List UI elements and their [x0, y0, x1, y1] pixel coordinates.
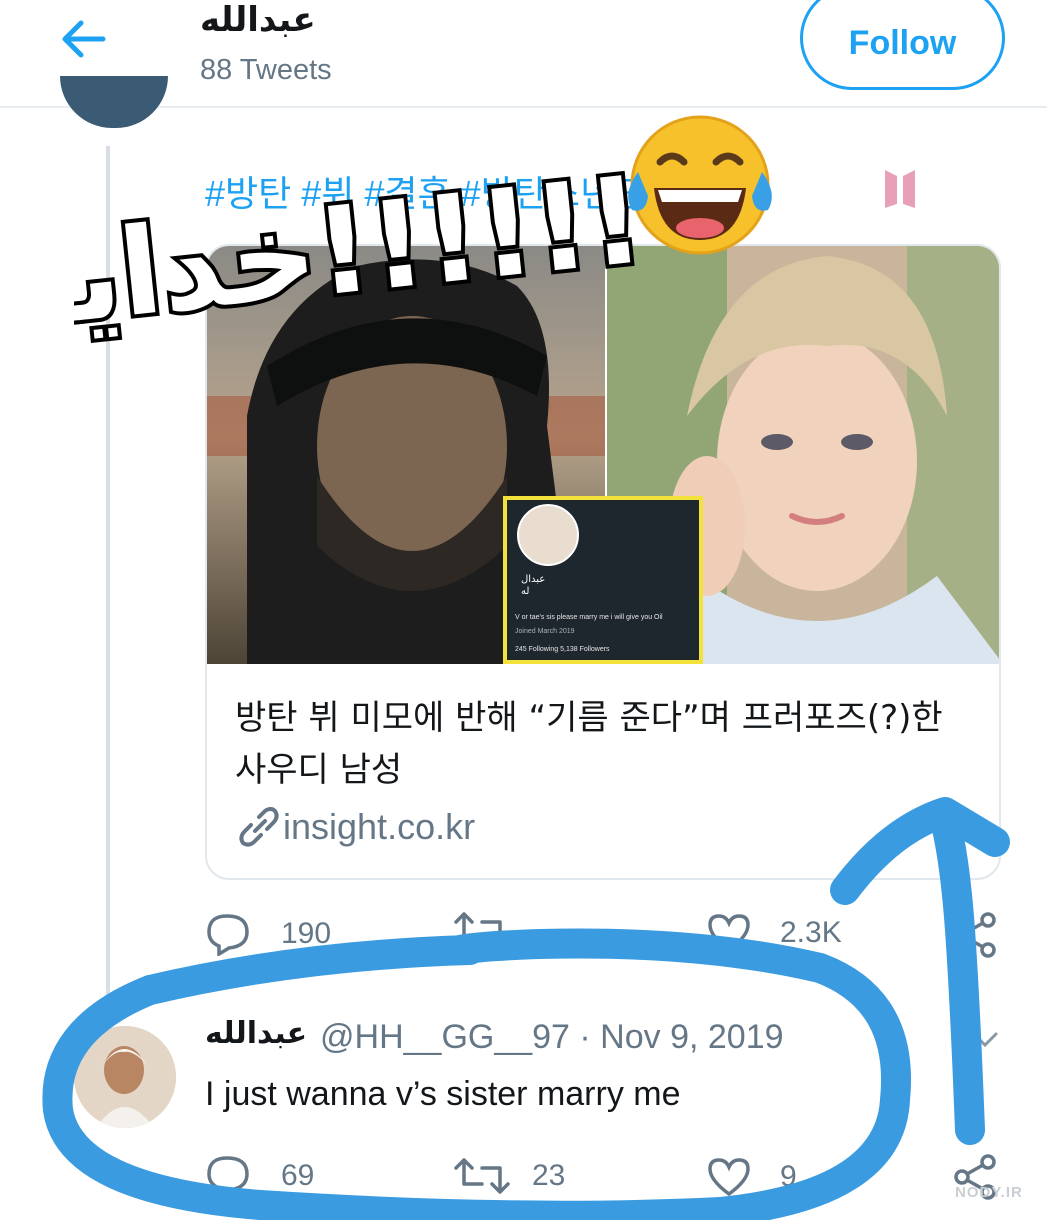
- inset-profile-name: عبدال له: [521, 574, 546, 597]
- like-count: 2.3K: [780, 916, 842, 949]
- reply-count: 190: [281, 917, 332, 950]
- reply-retweet-action[interactable]: 23: [452, 1158, 565, 1194]
- inset-joined: Joined March 2019: [515, 628, 575, 635]
- heart-icon: [708, 1158, 750, 1197]
- reply-action[interactable]: 190: [205, 912, 331, 956]
- retweet-action[interactable]: [452, 912, 512, 948]
- reply-icon: [207, 1156, 249, 1198]
- inset-avatar: [517, 504, 579, 566]
- chevron-down-icon[interactable]: [970, 1030, 1000, 1050]
- reply-reply-count: 69: [281, 1159, 315, 1192]
- reply-text: I just wanna v’s sister marry me: [205, 1075, 681, 1113]
- watermark: NODY.IR: [955, 1184, 1023, 1201]
- reply-like-action[interactable]: 9: [706, 1156, 797, 1198]
- reply-like-count: 9: [780, 1160, 797, 1193]
- follow-button[interactable]: Follow: [800, 0, 1005, 90]
- card-title: 방탄 뷔 미모에 반해 “기름 준다”며 프러포즈(?)한 사우디 남성: [235, 698, 943, 790]
- reply-icon: [207, 914, 249, 956]
- link-icon: [239, 807, 279, 847]
- laughing-emoji-icon: [628, 115, 772, 255]
- heart-icon: [708, 914, 750, 953]
- reply-author-avatar[interactable]: [74, 1026, 176, 1128]
- like-action[interactable]: 2.3K: [706, 912, 842, 954]
- reply-retweet-count: 23: [532, 1159, 566, 1192]
- reply-reply-action[interactable]: 69: [205, 1154, 314, 1198]
- inset-stats: 245 Following 5,138 Followers: [515, 646, 610, 653]
- inset-bio: V or tae's sis please marry me i will gi…: [515, 614, 663, 621]
- reply-handle-date[interactable]: @HH__GG__97 · Nov 9, 2019: [320, 1018, 784, 1057]
- card-link[interactable]: insight.co.kr: [235, 806, 475, 848]
- share-action[interactable]: [952, 912, 998, 958]
- back-arrow-icon[interactable]: [55, 18, 111, 60]
- profile-name: عبدالله: [200, 0, 316, 40]
- card-domain: insight.co.kr: [283, 806, 476, 847]
- reply-author-name[interactable]: عبدالله: [205, 1016, 307, 1051]
- overlay-text: خدایا!!!!!!!: [74, 150, 654, 350]
- tweet-count: 88 Tweets: [200, 54, 332, 86]
- share-icon: [954, 912, 996, 958]
- retweet-icon: [454, 912, 510, 948]
- retweet-icon: [454, 1158, 510, 1194]
- bts-logo-icon: [883, 168, 917, 210]
- overlay-handwritten-text: خدایا!!!!!!!: [74, 150, 654, 350]
- profile-screenshot-inset: عبدال له V or tae's sis please marry me …: [503, 496, 703, 664]
- tweet-author-avatar[interactable]: [60, 76, 168, 128]
